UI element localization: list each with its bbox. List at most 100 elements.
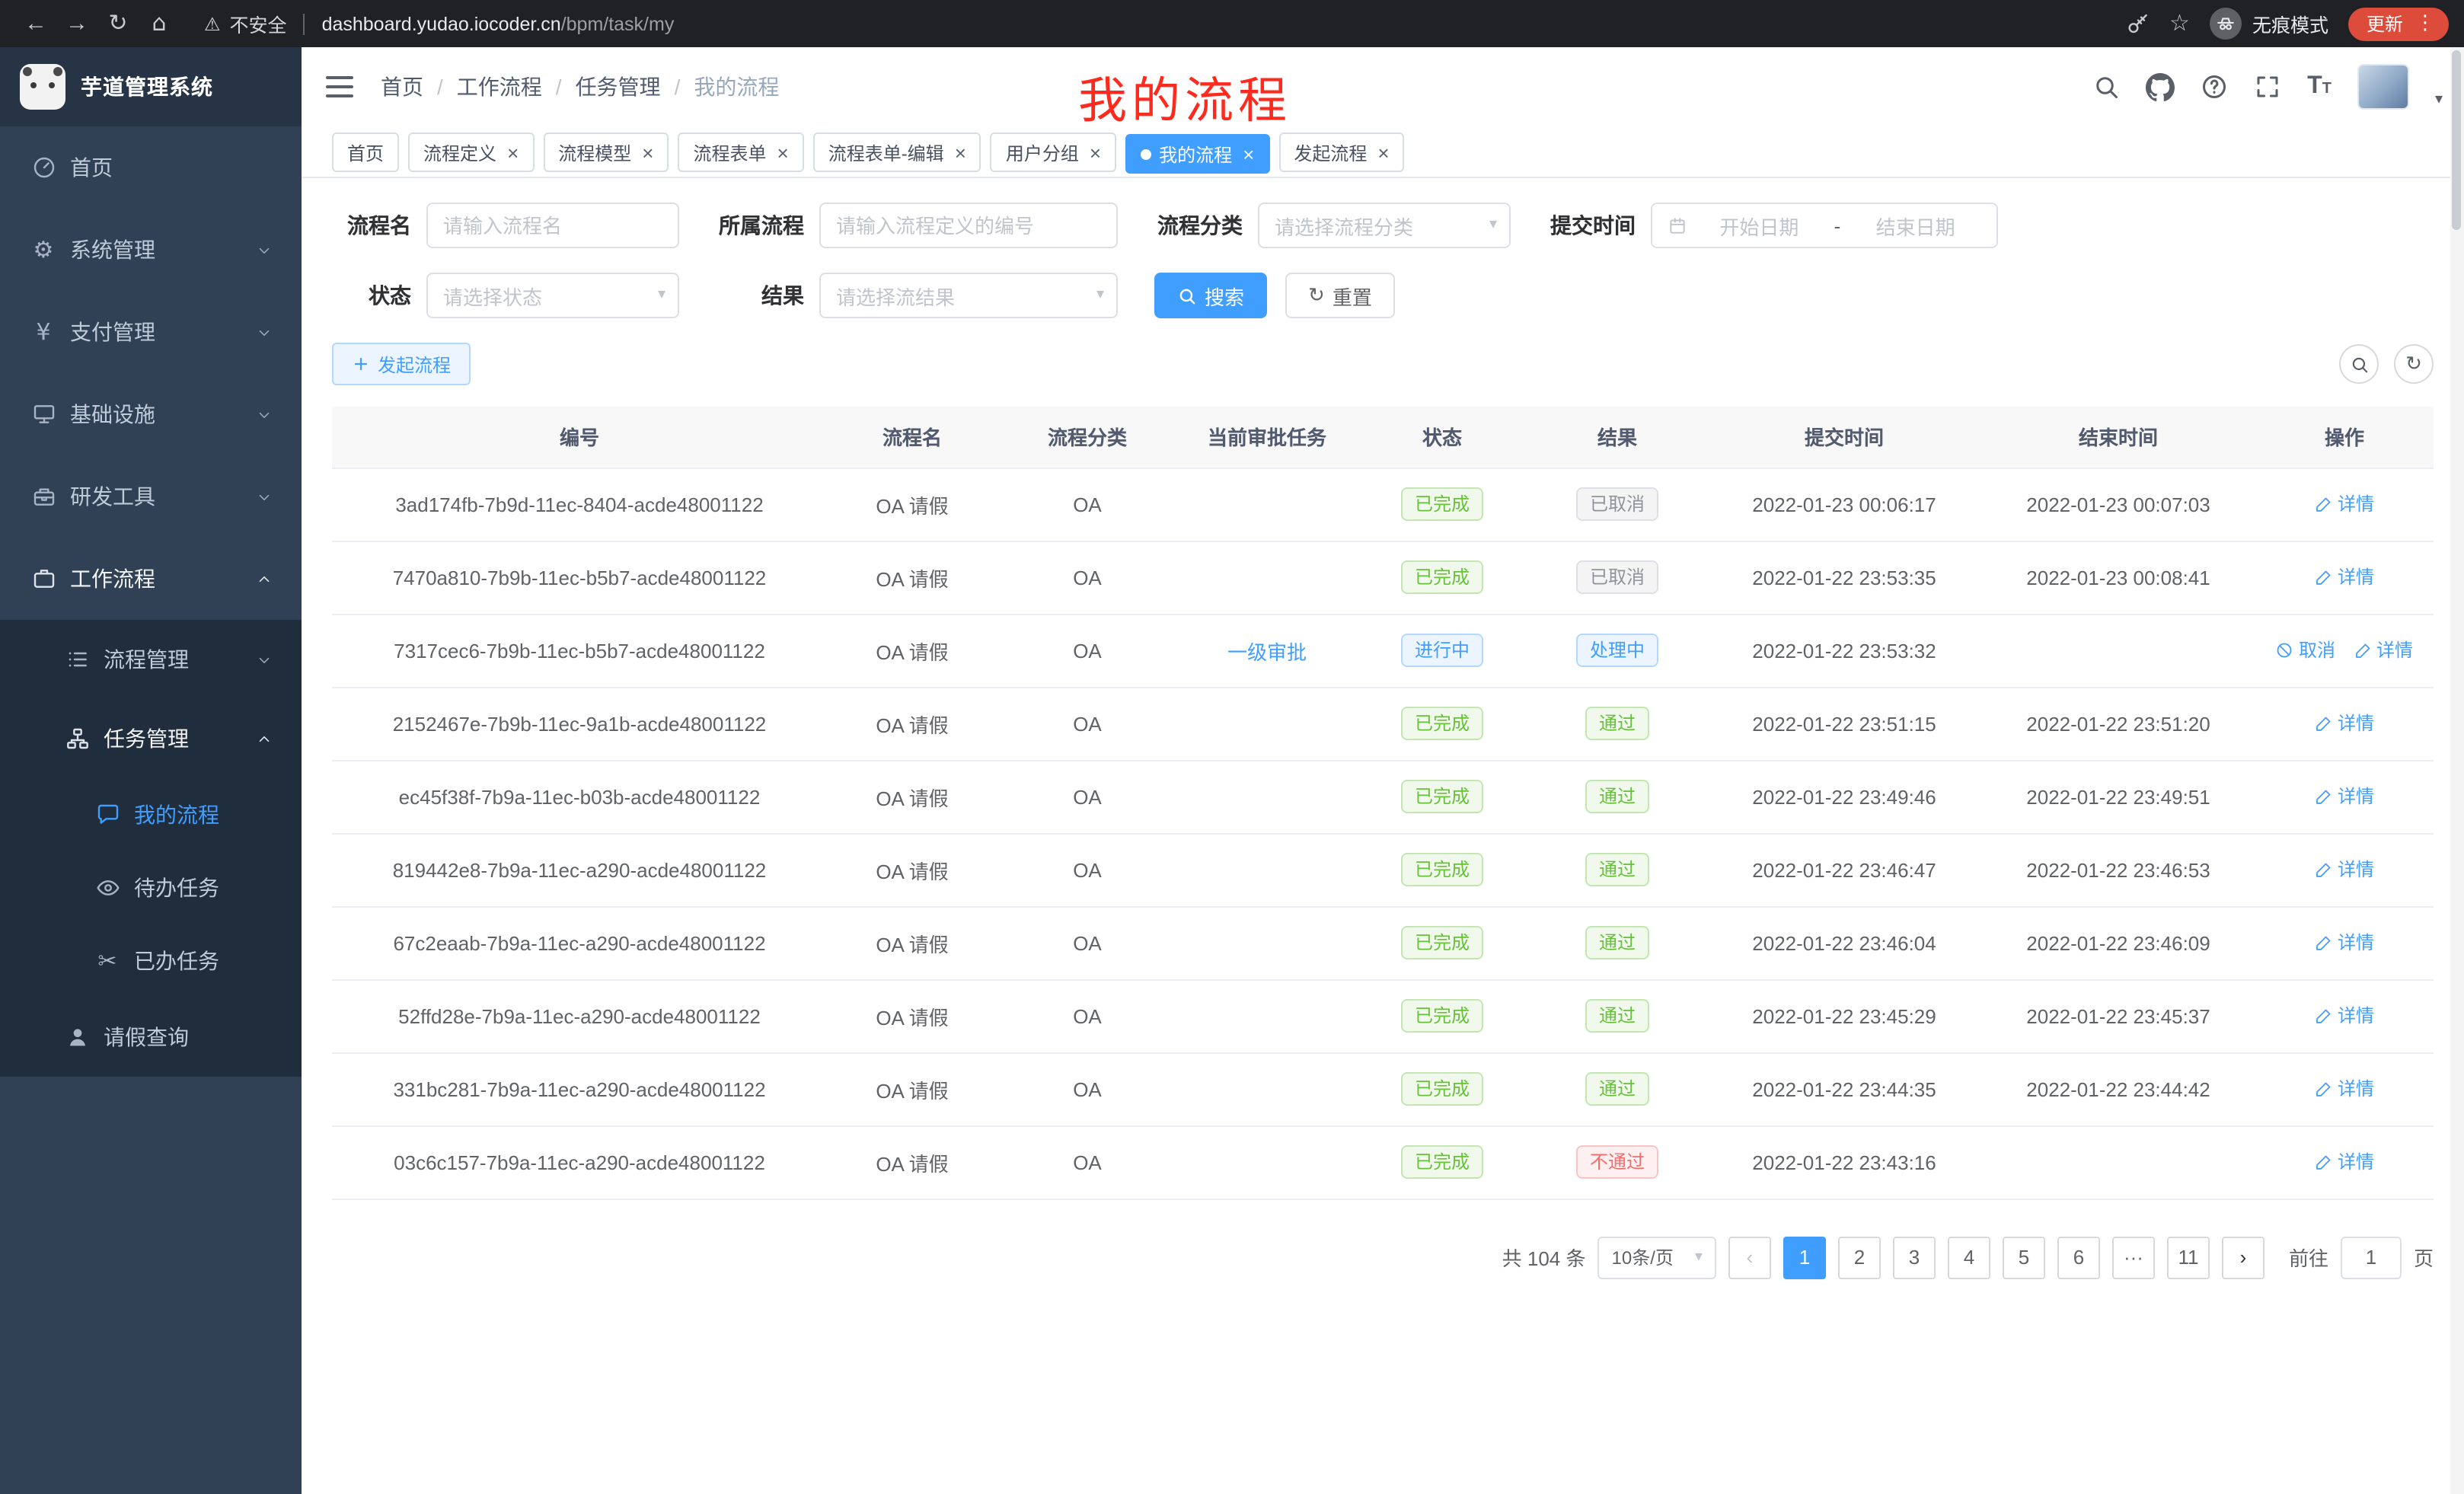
- current-task-link[interactable]: 一级审批: [1227, 640, 1307, 663]
- detail-action-link[interactable]: 详情: [2315, 1003, 2374, 1029]
- fullscreen-icon[interactable]: [2254, 73, 2281, 101]
- search-icon[interactable]: [2092, 73, 2120, 101]
- sidebar-item-devtools[interactable]: 研发工具: [0, 455, 302, 538]
- detail-action-link[interactable]: 详情: [2354, 637, 2413, 663]
- sidebar-item-label: 首页: [70, 152, 113, 183]
- cell-id: 331bc281-7b9a-11ec-a290-acde48001122: [332, 1052, 827, 1125]
- result-label: 结果: [716, 280, 804, 311]
- page-button-4[interactable]: 4: [1948, 1236, 1990, 1279]
- tab-0[interactable]: 首页: [332, 132, 399, 172]
- page-button-6[interactable]: 6: [2057, 1236, 2100, 1279]
- refresh-table-button[interactable]: ↻: [2394, 344, 2434, 384]
- close-tab-icon[interactable]: ×: [777, 142, 789, 162]
- sidebar-item-my-process[interactable]: 我的流程: [0, 778, 302, 851]
- goto-page-input[interactable]: [2341, 1236, 2402, 1279]
- sidebar-item-system[interactable]: ⚙系统管理: [0, 209, 302, 291]
- sidebar-item-label: 已办任务: [134, 946, 219, 976]
- sidebar-item-done-tasks[interactable]: ✂已办任务: [0, 924, 302, 998]
- sidebar-item-workflow[interactable]: 工作流程: [0, 538, 302, 620]
- detail-action-link[interactable]: 详情: [2315, 784, 2374, 809]
- show-search-button[interactable]: [2339, 344, 2379, 384]
- password-key-icon[interactable]: [2125, 11, 2150, 36]
- breadcrumb-item[interactable]: 工作流程: [457, 72, 542, 102]
- chevron-down-icon: ▾: [1695, 1250, 1703, 1265]
- hamburger-icon[interactable]: [326, 70, 356, 104]
- font-size-icon[interactable]: TT: [2307, 75, 2332, 99]
- sidebar-item-task-management[interactable]: 任务管理: [0, 699, 302, 778]
- cell-status: 进行中: [1357, 614, 1527, 687]
- detail-action-link[interactable]: 详情: [2315, 564, 2374, 590]
- sidebar-item-process-management[interactable]: 流程管理: [0, 620, 302, 699]
- page-button-1[interactable]: 1: [1783, 1236, 1826, 1279]
- close-tab-icon[interactable]: ×: [1377, 142, 1389, 162]
- sidebar-item-home[interactable]: 首页: [0, 126, 302, 209]
- tab-1[interactable]: 流程定义×: [408, 132, 534, 172]
- page-scrollbar[interactable]: [2450, 47, 2464, 1494]
- page-button-11[interactable]: 11: [2167, 1236, 2210, 1279]
- tab-6[interactable]: 我的流程×: [1125, 134, 1269, 174]
- table-row: 3ad174fb-7b9d-11ec-8404-acde48001122OA 请…: [332, 468, 2434, 541]
- result-select[interactable]: 请选择流结果 ▾: [819, 273, 1118, 318]
- process-category-select[interactable]: 请选择流程分类 ▾: [1258, 203, 1511, 248]
- start-date-placeholder: 开始日期: [1693, 211, 1825, 240]
- cell-current-task: 一级审批: [1177, 614, 1357, 687]
- app-logo[interactable]: 芋道管理系统: [0, 47, 302, 126]
- breadcrumb-separator: /: [437, 75, 443, 99]
- page-size-select[interactable]: 10条/页 ▾: [1598, 1236, 1716, 1279]
- start-process-button[interactable]: 发起流程: [332, 343, 471, 385]
- detail-action-link[interactable]: 详情: [2315, 857, 2374, 883]
- breadcrumb-item[interactable]: 任务管理: [576, 72, 661, 102]
- search-button[interactable]: 搜索: [1154, 273, 1267, 318]
- browser-update-button[interactable]: 更新 ⋮: [2348, 7, 2449, 40]
- process-definition-input[interactable]: [819, 203, 1118, 248]
- tab-7[interactable]: 发起流程×: [1278, 132, 1404, 172]
- status-select[interactable]: 请选择状态 ▾: [426, 273, 679, 318]
- detail-action-link[interactable]: 详情: [2315, 491, 2374, 517]
- avatar-dropdown-icon[interactable]: ▾: [2435, 93, 2443, 108]
- cell-status: 已完成: [1357, 979, 1527, 1052]
- sidebar-item-leave-query[interactable]: 请假查询: [0, 998, 302, 1077]
- prev-page-button[interactable]: ‹: [1728, 1236, 1771, 1279]
- browser-menu-icon[interactable]: ⋮: [2415, 14, 2435, 34]
- tab-2[interactable]: 流程模型×: [543, 132, 669, 172]
- tab-5[interactable]: 用户分组×: [991, 132, 1116, 172]
- close-tab-icon[interactable]: ×: [1243, 144, 1254, 164]
- close-tab-icon[interactable]: ×: [642, 142, 653, 162]
- sidebar-item-todo-tasks[interactable]: 待办任务: [0, 851, 302, 924]
- sidebar-item-label: 工作流程: [70, 563, 155, 594]
- submit-time-range-picker[interactable]: 开始日期 - 结束日期: [1651, 203, 1998, 248]
- detail-action-link[interactable]: 详情: [2315, 1076, 2374, 1102]
- page-button-2[interactable]: 2: [1838, 1236, 1881, 1279]
- help-icon[interactable]: [2201, 73, 2228, 101]
- reset-button[interactable]: ↻ 重置: [1285, 273, 1395, 318]
- process-name-input[interactable]: [426, 203, 679, 248]
- avatar[interactable]: [2357, 64, 2409, 110]
- page-button-5[interactable]: 5: [2003, 1236, 2045, 1279]
- browser-home-icon[interactable]: ⌂: [139, 11, 180, 37]
- detail-action-link[interactable]: 详情: [2315, 1149, 2374, 1175]
- close-tab-icon[interactable]: ×: [955, 142, 966, 162]
- table-row: 03c6c157-7b9a-11ec-a290-acde48001122OA 请…: [332, 1125, 2434, 1199]
- cell-submit-time: 2022-01-22 23:44:35: [1707, 1052, 1981, 1125]
- date-separator: -: [1831, 214, 1844, 237]
- page-button-3[interactable]: 3: [1893, 1236, 1936, 1279]
- sidebar-item-infrastructure[interactable]: 基础设施: [0, 373, 302, 455]
- tab-4[interactable]: 流程表单-编辑×: [813, 132, 981, 172]
- sidebar-item-payment[interactable]: ¥支付管理: [0, 291, 302, 373]
- more-pages-button[interactable]: ···: [2112, 1236, 2155, 1279]
- tab-3[interactable]: 流程表单×: [678, 132, 803, 172]
- detail-action-link[interactable]: 详情: [2315, 930, 2374, 956]
- next-page-button[interactable]: ›: [2222, 1236, 2265, 1279]
- browser-back-icon[interactable]: ←: [15, 11, 56, 37]
- github-icon[interactable]: [2146, 72, 2175, 101]
- scrollbar-thumb[interactable]: [2452, 50, 2461, 230]
- close-tab-icon[interactable]: ×: [1090, 142, 1101, 162]
- detail-action-link[interactable]: 详情: [2315, 710, 2374, 736]
- close-tab-icon[interactable]: ×: [507, 142, 519, 162]
- url-bar[interactable]: ⚠ 不安全 dashboard.yudao.iocoder.cn/bpm/tas…: [204, 9, 674, 38]
- cancel-action-link[interactable]: 取消: [2276, 637, 2335, 663]
- breadcrumb-item[interactable]: 首页: [381, 72, 423, 102]
- browser-forward-icon[interactable]: →: [56, 11, 97, 37]
- browser-reload-icon[interactable]: ↻: [97, 11, 139, 37]
- bookmark-star-icon[interactable]: ☆: [2169, 11, 2190, 37]
